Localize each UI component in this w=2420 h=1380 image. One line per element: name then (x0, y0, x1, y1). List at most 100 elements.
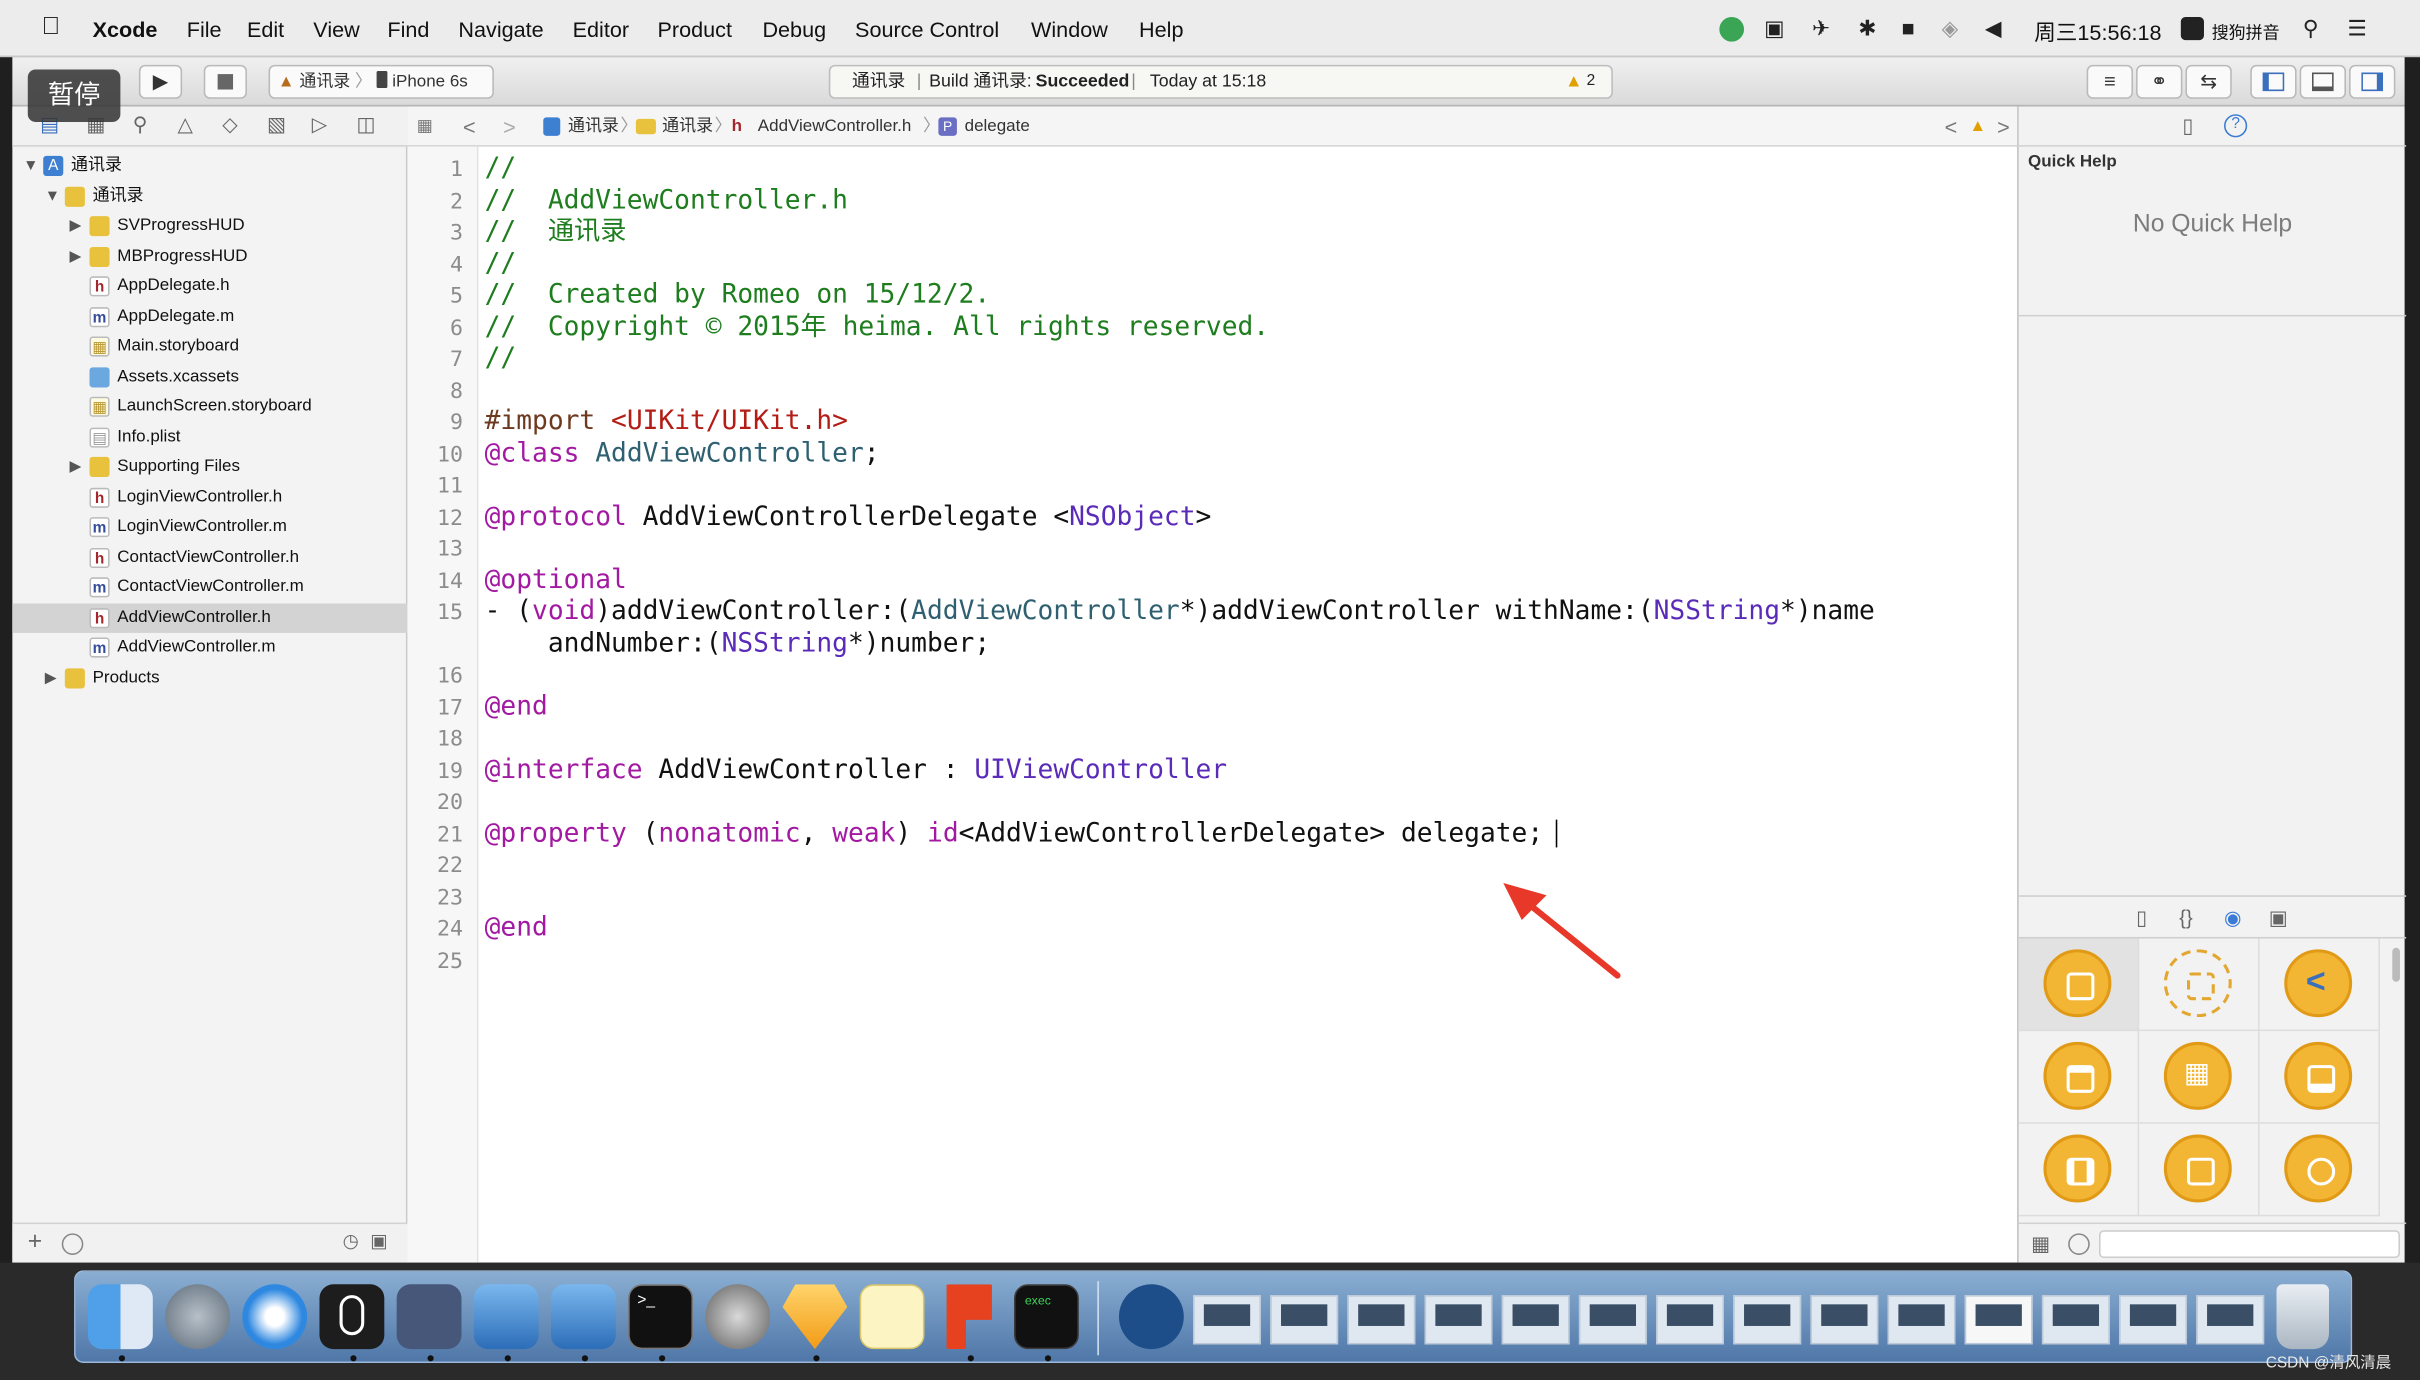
menu-window[interactable]: Window (1031, 17, 1108, 42)
object-library-icon[interactable]: ◉ (2224, 906, 2242, 931)
volume-icon[interactable]: ◀ (1985, 15, 2002, 41)
search-nav-icon[interactable]: ⚲ (133, 113, 148, 138)
apple-icon[interactable]:  (42, 14, 61, 42)
minimized-window-9[interactable] (1810, 1295, 1879, 1345)
notes-icon[interactable] (859, 1284, 925, 1350)
code-line[interactable]: // (485, 343, 517, 374)
list-grid-toggle-icon[interactable]: ▦ (2031, 1232, 2050, 1257)
code-line[interactable]: andNumber:(NSString*)number; (485, 627, 990, 658)
launchpad-icon[interactable] (165, 1284, 230, 1350)
menu-xcode[interactable]: Xcode (93, 17, 158, 42)
library-scrollbar[interactable] (2392, 947, 2400, 982)
code-line[interactable]: // Copyright © 2015年 heima. All rights r… (485, 311, 1269, 342)
navigator-item[interactable]: ▼ A 通讯录 (12, 151, 407, 180)
code-line[interactable]: // (485, 248, 517, 279)
code-line[interactable]: @interface AddViewController : UIViewCon… (485, 754, 1227, 785)
disclosure-closed-icon[interactable]: ▶ (69, 242, 81, 271)
version-editor-button[interactable]: ⇆ (2185, 64, 2232, 99)
test-nav-icon[interactable]: ◇ (222, 113, 237, 138)
quick-help-icon[interactable]: ? (2224, 114, 2248, 138)
minimized-window-8[interactable] (1733, 1295, 1802, 1345)
navigator-item[interactable]: h ContactViewController.h (12, 543, 407, 572)
navigator-item[interactable]: ▼ 通讯录 (12, 181, 407, 210)
navigator-item[interactable]: h AppDelegate.h (12, 272, 407, 301)
code-line[interactable]: - (void)addViewController:(AddViewContro… (485, 596, 1875, 627)
screen-record-icon[interactable]: ▣ (1764, 15, 1784, 41)
crumb-file[interactable]: AddViewController.h (758, 107, 912, 147)
navigator-item[interactable]: m AppDelegate.m (12, 302, 407, 331)
navigator-item[interactable]: ▦ LaunchScreen.storyboard (12, 392, 407, 421)
safari-icon[interactable] (242, 1284, 308, 1350)
navigation-controller-object[interactable]: < (2259, 938, 2380, 1032)
breakpoint-nav-icon[interactable]: ▷ (312, 113, 327, 138)
instruments-icon[interactable] (550, 1284, 616, 1350)
navigator-item[interactable]: m ContactViewController.m (12, 573, 407, 602)
console-icon[interactable]: exec (1014, 1284, 1079, 1350)
sketch-icon[interactable] (782, 1284, 848, 1350)
menu-file[interactable]: File (187, 17, 222, 42)
system-preferences-icon[interactable] (705, 1284, 771, 1350)
menu-editor[interactable]: Editor (573, 17, 629, 42)
warning-icon[interactable]: ▲ (1565, 66, 1583, 97)
table-view-controller-object[interactable] (2018, 1031, 2140, 1124)
view-controller-object[interactable] (2018, 938, 2140, 1032)
navigator-item[interactable]: m AddViewController.m (12, 633, 407, 662)
disclosure-closed-icon[interactable]: ▶ (45, 663, 57, 692)
quicktime-icon[interactable] (1118, 1284, 1184, 1350)
spotlight-icon[interactable]: ⚲ (2303, 15, 2319, 41)
code-line[interactable]: // AddViewController.h (485, 184, 848, 215)
input-method[interactable]: 搜狗拼音 (2212, 20, 2280, 45)
navigator-item[interactable]: Assets.xcassets (12, 362, 407, 391)
code-line[interactable]: @property (nonatomic, weak) id<AddViewCo… (485, 817, 1544, 848)
mouse-app-icon[interactable] (319, 1284, 385, 1350)
file-inspector-icon[interactable]: ▯ (2182, 114, 2193, 139)
crumb-group[interactable]: 通讯录 (662, 107, 713, 147)
collection-view-controller-object[interactable]: ▦ (2139, 1031, 2260, 1124)
issue-warning-icon[interactable]: ▲ (1969, 107, 1986, 147)
lock-icon[interactable]: ■ (1901, 15, 1914, 40)
minimized-window-6[interactable] (1578, 1295, 1647, 1345)
code-line[interactable]: // 通讯录 (485, 216, 627, 247)
menu-view[interactable]: View (313, 17, 359, 42)
activity-view[interactable]: 通讯录 | Build 通讯录: Succeeded | Today at 15… (828, 64, 1613, 99)
library-filter-input[interactable] (2099, 1230, 2400, 1259)
library-filter-icon[interactable] (2068, 1233, 2090, 1255)
back-arrow-icon[interactable]: < (463, 107, 476, 147)
trash-icon[interactable] (2276, 1284, 2329, 1350)
navigator-item[interactable]: m LoginViewController.m (12, 512, 407, 541)
standard-editor-button[interactable]: ≡ (2086, 64, 2133, 99)
toggle-utilities-button[interactable] (2349, 64, 2396, 99)
tab-bar-controller-object[interactable] (2259, 1031, 2380, 1124)
navigator-item[interactable]: h AddViewController.h (12, 602, 408, 633)
code-line[interactable]: @protocol AddViewControllerDelegate <NSO… (485, 501, 1212, 532)
debug-nav-icon[interactable]: ▧ (267, 113, 286, 138)
filter-icon[interactable] (61, 1233, 84, 1255)
navigator-item[interactable]: ▦ Main.storyboard (12, 332, 407, 361)
toggle-navigator-button[interactable] (2250, 64, 2297, 99)
next-issue-icon[interactable]: > (1997, 107, 2010, 147)
wifi-icon[interactable]: ◈ (1942, 15, 1959, 41)
code-line[interactable]: // (485, 153, 517, 184)
code-line[interactable]: @end (485, 912, 548, 943)
minimized-window-7[interactable] (1656, 1295, 1724, 1345)
code-line[interactable]: #import <UIKit/UIKit.h> (485, 406, 848, 437)
code-line[interactable]: @class AddViewController; (485, 438, 896, 469)
finder-icon[interactable] (87, 1284, 153, 1350)
menu-clock[interactable]: 周三15:56:18 (2034, 17, 2161, 48)
code-line[interactable]: @optional (485, 564, 627, 595)
code-line[interactable]: @end (485, 691, 548, 722)
related-items-icon[interactable]: ▦ (417, 107, 433, 147)
minimized-window-5[interactable] (1501, 1295, 1570, 1345)
code-line[interactable]: // Created by Romeo on 15/12/2. (485, 279, 990, 310)
menu-navigate[interactable]: Navigate (458, 17, 543, 42)
minimized-window-2[interactable] (1270, 1295, 1339, 1345)
minimized-window-10[interactable] (1887, 1295, 1956, 1345)
minimized-window-11[interactable] (1964, 1295, 2033, 1345)
minimized-window-1[interactable] (1193, 1295, 1261, 1345)
page-view-controller-object[interactable] (2139, 1123, 2260, 1217)
crumb-project[interactable]: 通讯录 (568, 107, 619, 147)
powerpoint-icon[interactable] (946, 1284, 992, 1350)
run-button[interactable]: ▶ (138, 64, 183, 99)
status-green-icon[interactable] (1719, 16, 1745, 42)
crumb-symbol[interactable]: delegate (965, 107, 1030, 147)
